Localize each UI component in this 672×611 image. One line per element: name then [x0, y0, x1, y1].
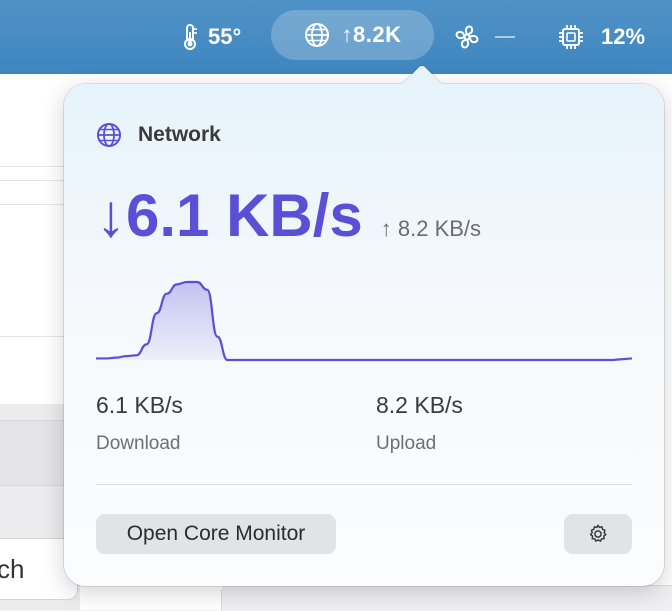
gear-icon	[589, 524, 607, 542]
background-field-text: ch	[0, 553, 25, 584]
temperature-menu-item[interactable]: 55°	[180, 0, 241, 74]
background-footer	[222, 585, 672, 611]
fan-icon	[455, 25, 479, 49]
fan-status-dash	[495, 36, 515, 38]
menu-bar: 55° ↑8.2K 12%	[0, 0, 672, 74]
thermometer-icon	[184, 24, 197, 50]
network-menu-item[interactable]: ↑8.2K	[271, 10, 434, 60]
divider	[221, 590, 222, 610]
download-stat: 6.1 KB/s Download	[96, 392, 183, 455]
globe-icon	[304, 23, 329, 47]
download-value: 6.1 KB/s	[96, 392, 183, 418]
upload-stat: 8.2 KB/s Upload	[376, 392, 463, 455]
speed-summary: ↓6.1 KB/s ↑ 8.2 KB/s	[96, 186, 481, 246]
download-speed-large: ↓6.1 KB/s	[96, 182, 363, 249]
network-traffic-chart	[96, 280, 632, 362]
open-core-monitor-button[interactable]: Open Core Monitor	[96, 514, 336, 554]
upload-label: Upload	[376, 433, 437, 454]
cpu-chip-icon	[559, 25, 583, 49]
popover-header: Network	[96, 122, 221, 148]
popover-title: Network	[138, 123, 221, 146]
cpu-menu-item[interactable]: 12%	[557, 0, 645, 74]
temperature-value: 55°	[208, 24, 242, 49]
divider	[96, 484, 632, 485]
fan-menu-item[interactable]	[453, 0, 515, 74]
cpu-usage-value: 12%	[601, 24, 646, 49]
upload-value: 8.2 KB/s	[376, 392, 463, 418]
settings-button[interactable]	[564, 514, 632, 554]
chart-area-fill	[96, 282, 632, 360]
globe-icon	[97, 123, 121, 147]
network-upload-value: ↑8.2K	[341, 22, 402, 47]
upload-speed-small: ↑ 8.2 KB/s	[380, 216, 482, 241]
download-label: Download	[96, 433, 181, 454]
network-popover: Network ↓6.1 KB/s ↑ 8.2 KB/s 6.1 KB/s Do…	[64, 64, 664, 586]
